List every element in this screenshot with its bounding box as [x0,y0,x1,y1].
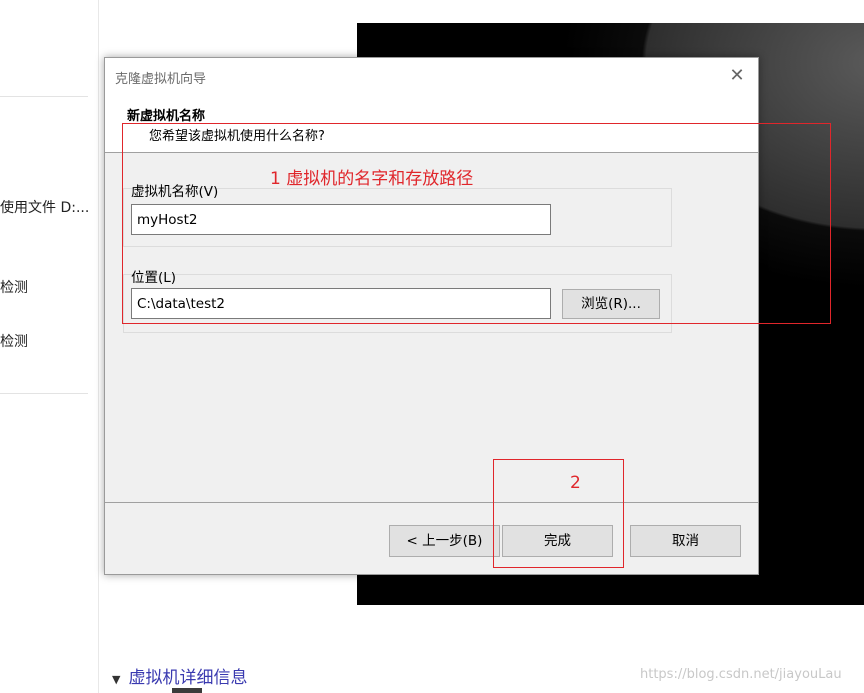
close-icon[interactable]: ✕ [726,65,748,87]
divider [0,96,88,97]
page-title: 新虚拟机名称 [127,109,206,124]
dialog-title: 克隆虚拟机向导 [115,72,207,87]
sidebar-divider [98,0,99,693]
vm-file-path-text: 使用文件 D:... [0,200,90,216]
annotation-box-1 [122,123,831,324]
watermark: https://blog.csdn.net/jiayouLau [640,667,842,682]
back-button[interactable]: < 上一步(B) [389,525,500,557]
dialog-titlebar: 克隆虚拟机向导 ✕ [105,58,758,94]
annotation-label-2: 2 [570,473,581,493]
annotation-box-2 [493,459,624,568]
cancel-button[interactable]: 取消 [630,525,741,557]
detect-text-2: 检测 [0,334,28,350]
details-scroll-hint [172,688,202,693]
annotation-label-1: 1 虚拟机的名字和存放路径 [270,169,474,189]
collapse-triangle-icon: ▼ [112,673,121,686]
vm-details-label: 虚拟机详细信息 [128,668,248,688]
detect-text: 检测 [0,280,28,296]
divider [0,393,88,394]
footer-separator [105,502,758,503]
vm-details-section[interactable]: ▼ 虚拟机详细信息 [112,663,247,688]
